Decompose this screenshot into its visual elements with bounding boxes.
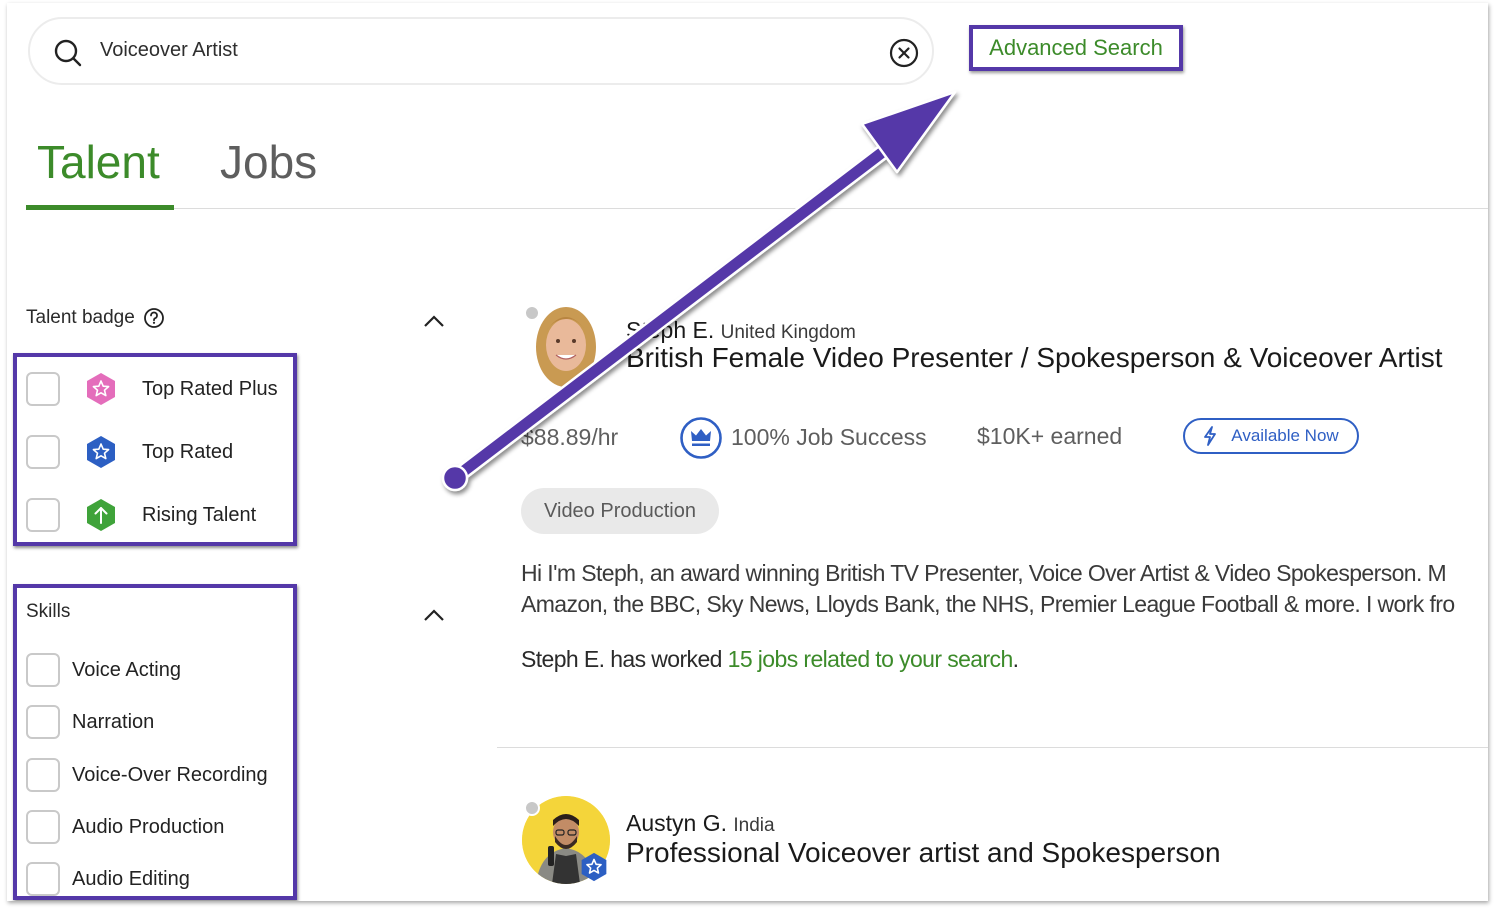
- talent-badge-title: Talent badge: [26, 307, 135, 328]
- collapse-skills-chevron-up-icon[interactable]: [423, 608, 445, 622]
- skill-chip-video-production[interactable]: Video Production: [521, 488, 719, 534]
- tab-jobs[interactable]: Jobs: [220, 135, 317, 189]
- checkbox[interactable]: [26, 810, 60, 844]
- talent-badge-filter-header: Talent badge: [26, 307, 165, 329]
- badge-label: Top Rated Plus: [142, 377, 278, 400]
- total-earned: $10K+ earned: [977, 423, 1123, 449]
- checkbox[interactable]: [26, 435, 60, 469]
- top-rated-badge-icon: [581, 852, 607, 882]
- top-rated-badge-icon: [87, 436, 115, 468]
- search-input[interactable]: Voiceover Artist: [100, 39, 238, 62]
- description-line: Hi I'm Steph, an award winning British T…: [521, 560, 1447, 586]
- tab-talent[interactable]: Talent: [37, 135, 160, 189]
- available-now-badge[interactable]: Available Now: [1183, 418, 1359, 454]
- search-icon: [54, 39, 82, 67]
- hourly-rate: $88.89/hr: [521, 424, 619, 450]
- job-success-crown-icon: [680, 417, 722, 459]
- skill-option-narration[interactable]: Narration: [26, 705, 154, 739]
- skill-label: Voice-Over Recording: [72, 763, 268, 786]
- checkbox[interactable]: [26, 758, 60, 792]
- job-success-score: 100% Job Success: [731, 424, 927, 450]
- related-jobs-link[interactable]: 15 jobs related to your search: [728, 646, 1014, 672]
- skills-filter-header: Skills: [26, 601, 70, 623]
- related-jobs-suffix: .: [1012, 646, 1019, 672]
- online-status-dot: [524, 800, 540, 816]
- top-rated-plus-badge-icon: [87, 373, 115, 405]
- collapse-talent-badge-chevron-up-icon[interactable]: [423, 314, 445, 328]
- skill-option-voice-over-recording[interactable]: Voice-Over Recording: [26, 758, 268, 792]
- skill-option-audio-editing[interactable]: Audio Editing: [26, 862, 190, 896]
- badge-option-top-rated[interactable]: Top Rated: [26, 435, 233, 469]
- tabs-divider: [26, 208, 1488, 209]
- search-bar[interactable]: Voiceover Artist: [28, 17, 934, 85]
- freelancer-location: United Kingdom: [720, 322, 856, 343]
- lightning-bolt-icon: [1204, 426, 1217, 446]
- question-circle-icon[interactable]: [143, 307, 165, 329]
- freelancer-name-line[interactable]: Steph E. United Kingdom: [626, 317, 856, 344]
- skills-title: Skills: [26, 601, 71, 622]
- rising-talent-badge-icon: [87, 499, 115, 531]
- clear-search-icon[interactable]: [888, 37, 920, 69]
- skill-label: Narration: [72, 710, 155, 733]
- checkbox[interactable]: [26, 653, 60, 687]
- skill-label: Audio Editing: [72, 867, 190, 890]
- freelancer-name[interactable]: Austyn G.: [626, 810, 727, 836]
- checkbox[interactable]: [26, 498, 60, 532]
- badge-option-rising-talent[interactable]: Rising Talent: [26, 498, 256, 532]
- availability-label: Available Now: [1231, 426, 1339, 445]
- skill-label: Voice Acting: [72, 658, 181, 681]
- skill-option-audio-production[interactable]: Audio Production: [26, 810, 224, 844]
- badge-label: Rising Talent: [142, 503, 257, 526]
- checkbox[interactable]: [26, 862, 60, 896]
- advanced-search-link[interactable]: Advanced Search: [969, 25, 1183, 71]
- result-divider: [497, 747, 1488, 748]
- freelancer-name[interactable]: Steph E.: [626, 317, 714, 343]
- skill-option-voice-acting[interactable]: Voice Acting: [26, 653, 181, 687]
- related-jobs-summary: Steph E. has worked 15 jobs related to y…: [521, 646, 1019, 673]
- freelancer-name-line[interactable]: Austyn G. India: [626, 810, 775, 837]
- skills-highlight-box: [13, 584, 297, 900]
- related-jobs-prefix: Steph E. has worked: [521, 646, 728, 672]
- freelancer-title[interactable]: British Female Video Presenter / Spokesp…: [626, 342, 1443, 374]
- page-frame: Voiceover Artist Advanced Search Talent …: [7, 3, 1488, 901]
- skill-label: Audio Production: [72, 815, 225, 838]
- active-tab-indicator: [26, 205, 174, 210]
- online-status-dot: [524, 305, 540, 321]
- checkbox[interactable]: [26, 705, 60, 739]
- freelancer-description[interactable]: Hi I'm Steph, an award winning British T…: [521, 558, 1488, 620]
- checkbox[interactable]: [26, 372, 60, 406]
- badge-option-top-rated-plus[interactable]: Top Rated Plus: [26, 372, 278, 406]
- freelancer-title[interactable]: Professional Voiceover artist and Spokes…: [626, 837, 1221, 869]
- freelancer-location: India: [733, 815, 775, 836]
- badge-label: Top Rated: [142, 440, 234, 463]
- description-line: Amazon, the BBC, Sky News, Lloyds Bank, …: [521, 591, 1455, 617]
